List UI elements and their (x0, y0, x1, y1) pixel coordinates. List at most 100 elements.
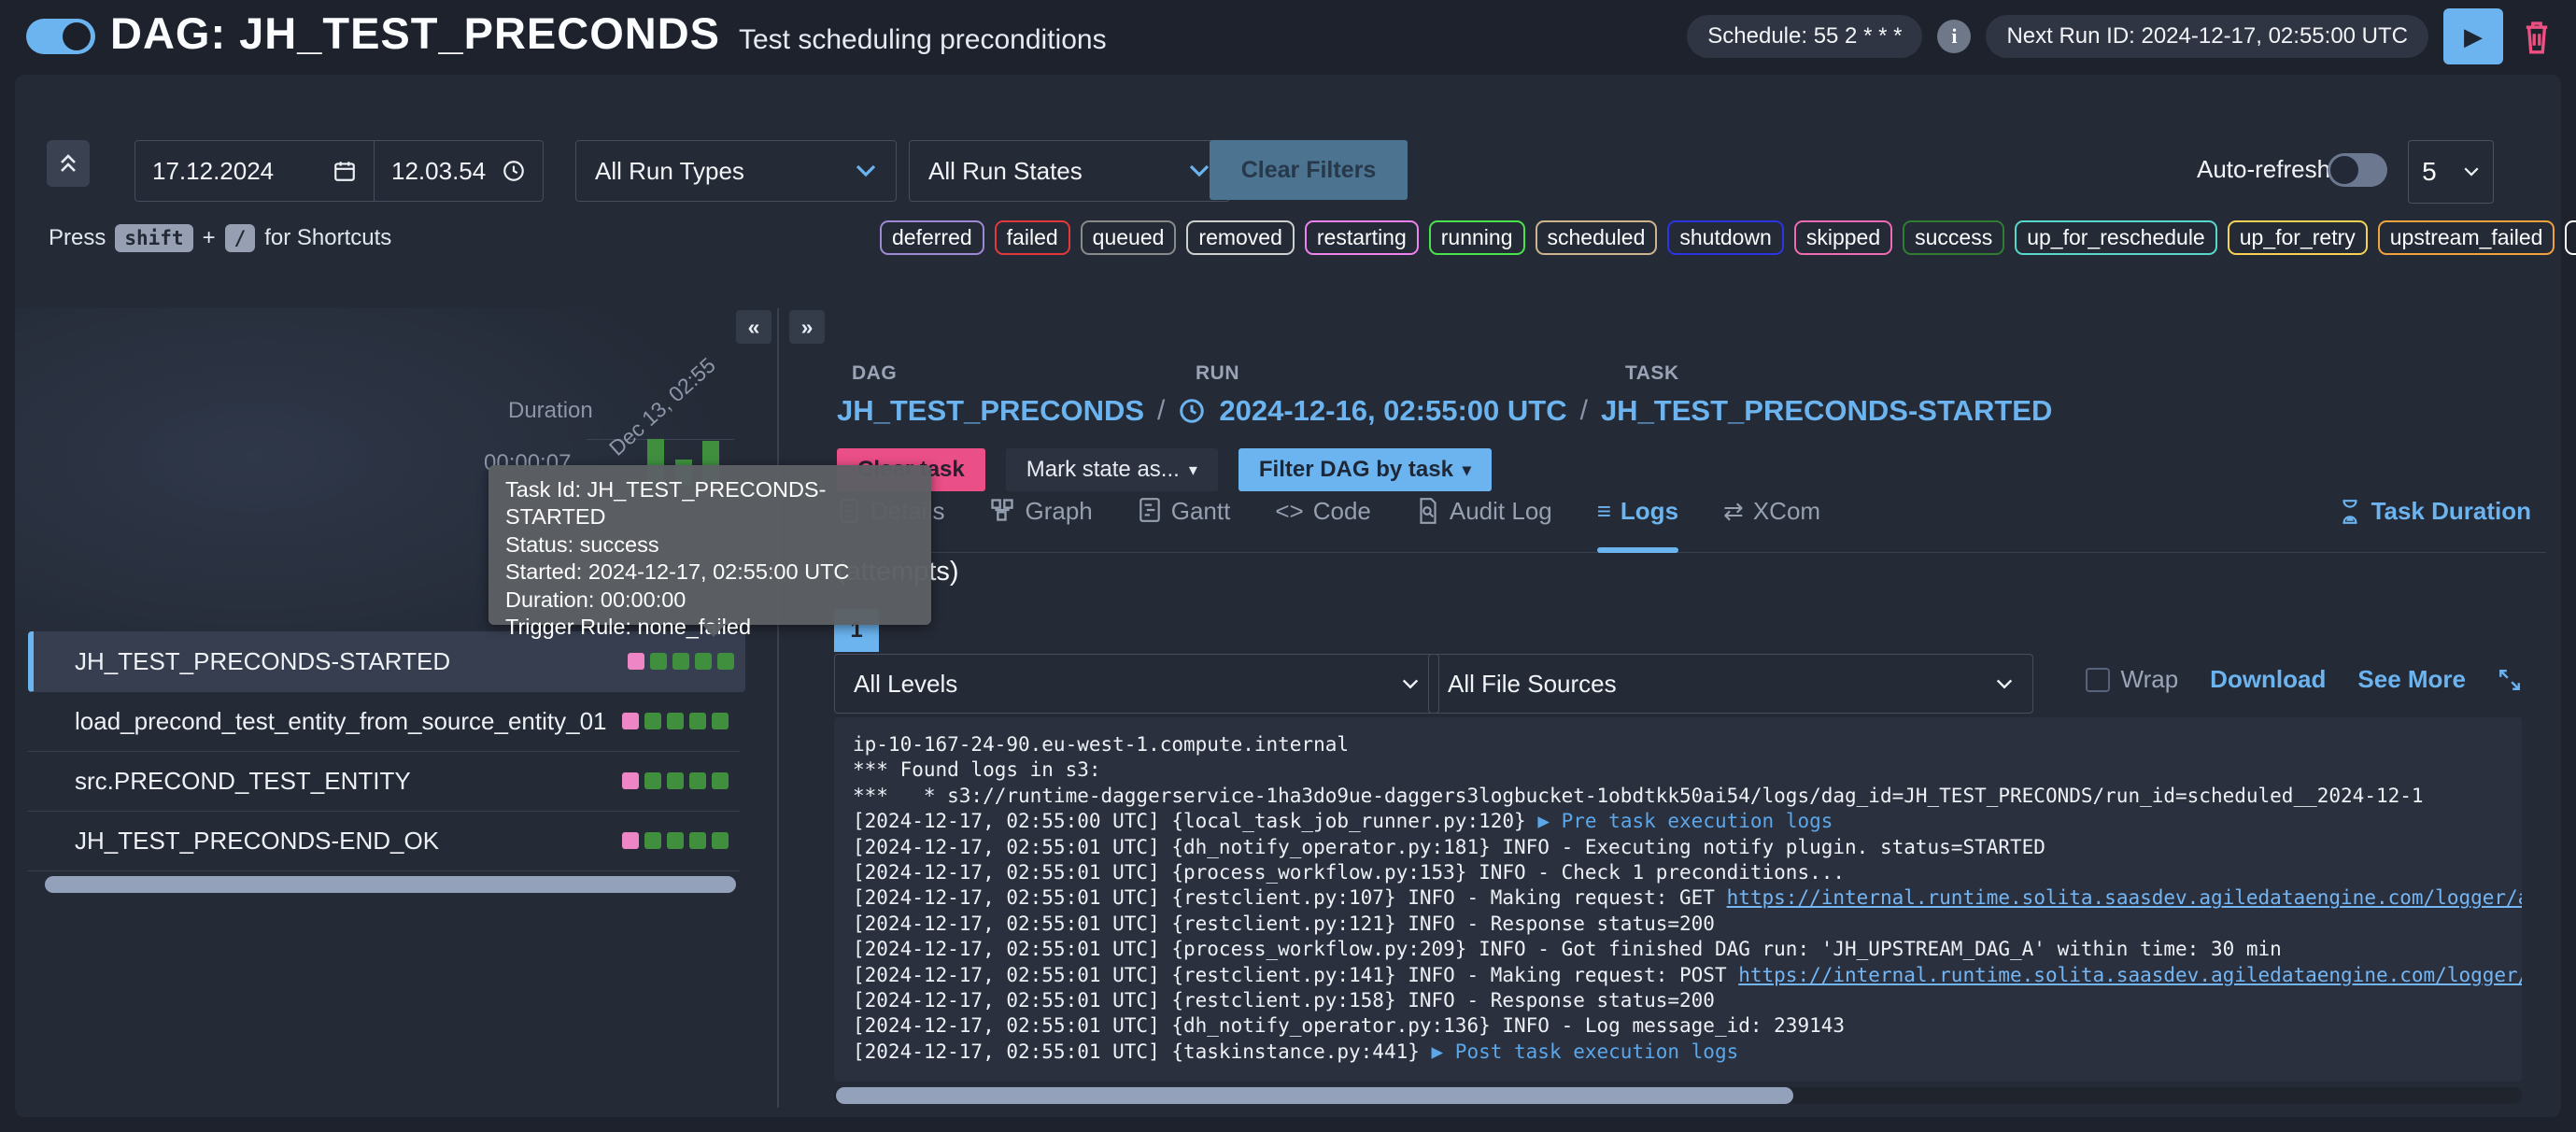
state-badge-skipped[interactable]: skipped (1794, 220, 1892, 255)
log-text: [2024-12-17, 02:55:01 UTC] {restclient.p… (853, 964, 1738, 986)
grid-page-left-button[interactable]: « (736, 310, 771, 344)
tab-task-duration[interactable]: Task Duration (2340, 497, 2531, 526)
task-row[interactable]: JH_TEST_PRECONDS-END_OK (28, 811, 740, 871)
time-input[interactable]: 12.03.54 (375, 141, 543, 201)
dag-pause-toggle[interactable] (26, 19, 95, 54)
task-instance-square[interactable] (622, 772, 639, 789)
grid-horizontal-scrollbar[interactable] (45, 876, 736, 893)
task-row[interactable]: src.PRECOND_TEST_ENTITY (28, 751, 740, 812)
task-instance-square[interactable] (689, 772, 706, 789)
fullscreen-button[interactable] (2498, 668, 2522, 692)
wrap-option[interactable]: Wrap (2086, 665, 2179, 694)
task-instance-square[interactable] (712, 713, 729, 729)
page-title: DAG: JH_TEST_PRECONDSTest scheduling pre… (110, 7, 1107, 59)
task-actions: Clear task Mark state as...▾ Filter DAG … (837, 448, 1492, 491)
state-badge-restarting[interactable]: restarting (1305, 220, 1419, 255)
badge-label: shutdown (1679, 225, 1771, 249)
tab-gantt[interactable]: Gantt (1138, 493, 1231, 553)
log-group-marker[interactable]: ▶ Pre task execution logs (1537, 810, 1833, 832)
log-url-link[interactable]: https://internal.runtime.solita.saasdev.… (1738, 964, 2522, 986)
task-instance-square[interactable] (644, 713, 661, 729)
task-instance-square[interactable] (695, 653, 712, 670)
refresh-interval-select[interactable]: 5 (2408, 140, 2494, 204)
task-instance-square[interactable] (628, 653, 644, 670)
state-badge-running[interactable]: running (1429, 220, 1525, 255)
breadcrumb: JH_TEST_PRECONDS / 2024-12-16, 02:55:00 … (837, 389, 2052, 433)
log-group-marker[interactable]: ▶ Post task execution logs (1432, 1040, 1739, 1063)
auto-refresh-label: Auto-refresh (2197, 155, 2330, 184)
chevron-down-icon (1188, 163, 1210, 178)
tooltip-status: Status: success (505, 531, 914, 559)
tab-logs[interactable]: ≡ Logs (1597, 493, 1678, 553)
state-badge-no-status[interactable]: no_status (2565, 220, 2576, 255)
breadcrumb-task-link[interactable]: JH_TEST_PRECONDS-STARTED (1601, 394, 2052, 428)
task-instance-square[interactable] (717, 653, 734, 670)
task-instance-square[interactable] (622, 832, 639, 849)
log-text: *** * s3://runtime-daggerservice-1ha3do9… (853, 785, 2424, 807)
breadcrumb-dag-link[interactable]: JH_TEST_PRECONDS (837, 394, 1144, 428)
chevron-down-icon (1401, 678, 1420, 690)
badge-label: running (1441, 225, 1513, 249)
task-instance-square[interactable] (622, 713, 639, 729)
run-types-select[interactable]: All Run Types (575, 140, 897, 202)
tab-graph[interactable]: Graph (989, 493, 1092, 553)
task-instance-square[interactable] (667, 832, 684, 849)
tab-bar: Details Graph Gantt <> Code Audit Log ≡ … (837, 493, 2546, 553)
breadcrumb-run-link[interactable]: 2024-12-16, 02:55:00 UTC (1219, 394, 1566, 428)
task-instance-square[interactable] (689, 713, 706, 729)
state-badge-deferred[interactable]: deferred (880, 220, 984, 255)
task-instance-square[interactable] (650, 653, 667, 670)
auto-refresh-toggle-knob (2330, 156, 2358, 184)
log-output[interactable]: ip-10-167-24-90.eu-west-1.compute.intern… (834, 717, 2522, 1082)
tab-label: XCom (1753, 497, 1820, 526)
state-badge-upstream-failed[interactable]: upstream_failed (2378, 220, 2555, 255)
mark-state-button[interactable]: Mark state as...▾ (1006, 448, 1218, 491)
tab-audit-log[interactable]: Audit Log (1416, 493, 1552, 553)
wrap-checkbox[interactable] (2086, 668, 2110, 692)
task-row[interactable]: load_precond_test_entity_from_source_ent… (28, 691, 740, 752)
run-states-select[interactable]: All Run States (909, 140, 1230, 202)
log-text: [2024-12-17, 02:55:01 UTC] {restclient.p… (853, 989, 1715, 1012)
state-badge-queued[interactable]: queued (1081, 220, 1177, 255)
task-instance-square[interactable] (672, 653, 689, 670)
task-instance-square[interactable] (667, 713, 684, 729)
tab-code[interactable]: <> Code (1275, 493, 1371, 553)
auto-refresh-toggle[interactable] (2328, 153, 2387, 187)
task-instance-square[interactable] (689, 832, 706, 849)
state-badge-removed[interactable]: removed (1186, 220, 1294, 255)
log-horizontal-scrollbar-thumb[interactable] (836, 1087, 1793, 1104)
tab-label: Graph (1025, 497, 1092, 526)
delete-dag-button[interactable] (2518, 12, 2555, 61)
task-instance-square[interactable] (712, 832, 729, 849)
state-badge-scheduled[interactable]: scheduled (1536, 220, 1658, 255)
log-text: [2024-12-17, 02:55:01 UTC] {process_work… (853, 861, 1845, 884)
download-link[interactable]: Download (2210, 665, 2326, 694)
log-controls: Wrap Download See More (2086, 665, 2522, 694)
dag-pause-toggle-knob (63, 22, 91, 50)
collapse-filters-button[interactable] (47, 140, 90, 187)
state-badge-up-for-retry[interactable]: up_for_retry (2228, 220, 2368, 255)
log-url-link[interactable]: https://internal.runtime.solita.saasdev.… (1727, 886, 2522, 909)
see-more-link[interactable]: See More (2357, 665, 2466, 694)
log-level-select[interactable]: All Levels (834, 654, 1439, 714)
state-badge-up-for-reschedule[interactable]: up_for_reschedule (2015, 220, 2217, 255)
task-instance-square[interactable] (712, 772, 729, 789)
info-icon[interactable]: i (1937, 20, 1971, 53)
state-badge-success[interactable]: success (1903, 220, 2004, 255)
graph-icon (989, 497, 1015, 523)
pane-divider[interactable] (777, 308, 779, 1108)
chevron-double-right-icon: » (801, 315, 814, 340)
state-badge-shutdown[interactable]: shutdown (1667, 220, 1783, 255)
task-instance-tooltip: Task Id: JH_TEST_PRECONDS-STARTED Status… (488, 465, 931, 625)
tab-xcom[interactable]: ⇄ XCom (1723, 493, 1820, 553)
state-badge-failed[interactable]: failed (995, 220, 1070, 255)
date-input[interactable]: 17.12.2024 (135, 141, 375, 201)
grid-page-right-button[interactable]: » (789, 310, 825, 344)
task-instance-square[interactable] (644, 832, 661, 849)
task-instance-square[interactable] (644, 772, 661, 789)
task-instance-square[interactable] (667, 772, 684, 789)
log-source-select[interactable]: All File Sources (1428, 654, 2033, 714)
filter-dag-button[interactable]: Filter DAG by task▾ (1238, 448, 1492, 491)
trigger-dag-button[interactable]: ▶ (2443, 8, 2503, 64)
clear-filters-button[interactable]: Clear Filters (1210, 140, 1408, 200)
